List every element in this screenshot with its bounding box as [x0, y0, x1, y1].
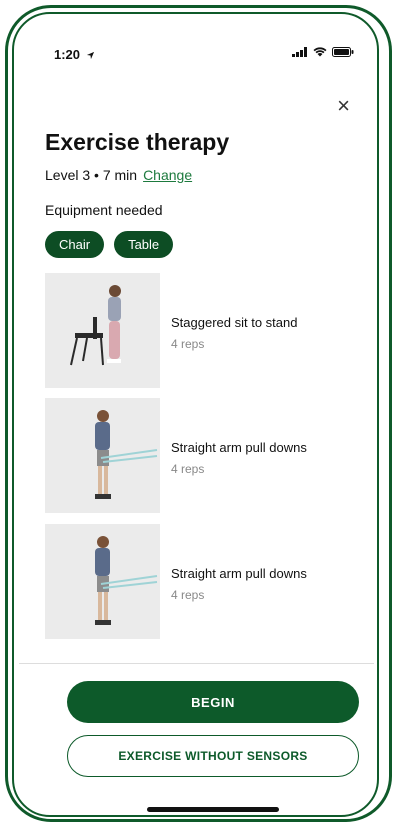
exercise-item[interactable]: Straight arm pull downs 4 reps: [45, 398, 345, 513]
level-duration-text: Level 3 • 7 min: [45, 167, 138, 183]
exercise-item[interactable]: Staggered sit to stand 4 reps: [45, 273, 345, 388]
exercise-without-sensors-button[interactable]: EXERCISE WITHOUT SENSORS: [67, 735, 359, 777]
battery-icon: [332, 47, 354, 57]
exercise-name: Straight arm pull downs: [171, 440, 307, 455]
status-time: 1:20: [54, 47, 95, 62]
equipment-chip-chair: Chair: [45, 231, 105, 258]
change-link[interactable]: Change: [143, 167, 192, 183]
equipment-chip-table: Table: [114, 231, 174, 258]
status-icons: [292, 47, 354, 57]
equipment-chips: Chair Table: [45, 231, 174, 258]
exercise-name: Straight arm pull downs: [171, 566, 307, 581]
exercise-thumbnail: [45, 524, 160, 639]
exercise-reps: 4 reps: [171, 588, 205, 602]
cellular-signal-icon: [292, 47, 307, 57]
exercise-name: Staggered sit to stand: [171, 315, 298, 330]
exercise-reps: 4 reps: [171, 337, 205, 351]
home-indicator[interactable]: [147, 807, 279, 812]
close-icon[interactable]: ×: [337, 95, 350, 117]
exercise-reps: 4 reps: [171, 462, 205, 476]
status-bar: 1:20: [19, 19, 374, 69]
wifi-icon: [313, 47, 327, 57]
app-screen: 1:20 × Exercise therapy Level 3 • 7 min …: [19, 19, 374, 812]
location-arrow-icon: [86, 51, 94, 60]
exercise-thumbnail: [45, 398, 160, 513]
equipment-heading: Equipment needed: [45, 202, 163, 218]
footer-divider: [19, 663, 374, 664]
begin-button[interactable]: BEGIN: [67, 681, 359, 723]
page-title: Exercise therapy: [45, 129, 230, 155]
session-meta: Level 3 • 7 min Change: [45, 167, 192, 183]
exercise-item[interactable]: Straight arm pull downs 4 reps: [45, 524, 345, 639]
exercise-thumbnail: [45, 273, 160, 388]
